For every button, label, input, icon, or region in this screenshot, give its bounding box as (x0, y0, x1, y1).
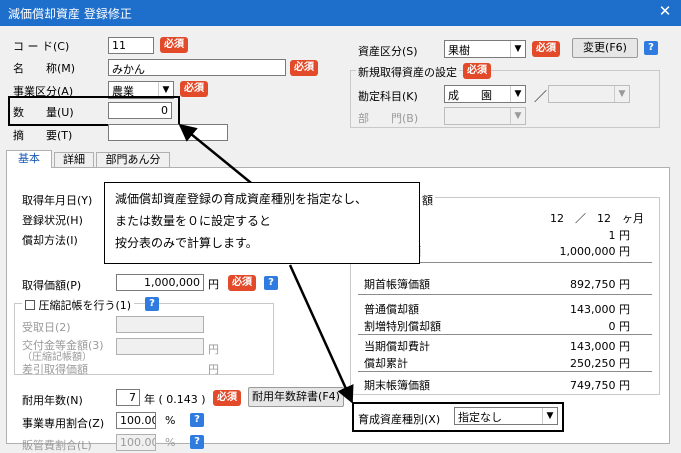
note-line-2: または数量を０に設定すると (115, 214, 272, 228)
note-line-1: 減価償却資産登録の育成資産種別を指定なし、 (115, 192, 368, 206)
arrow-to-growth-asset (288, 264, 354, 404)
explanation-note: 減価償却資産登録の育成資産種別を指定なし、 または数量を０に設定すると 按分表の… (104, 182, 420, 264)
note-line-3: 按分表のみで計算します。 (115, 236, 258, 250)
